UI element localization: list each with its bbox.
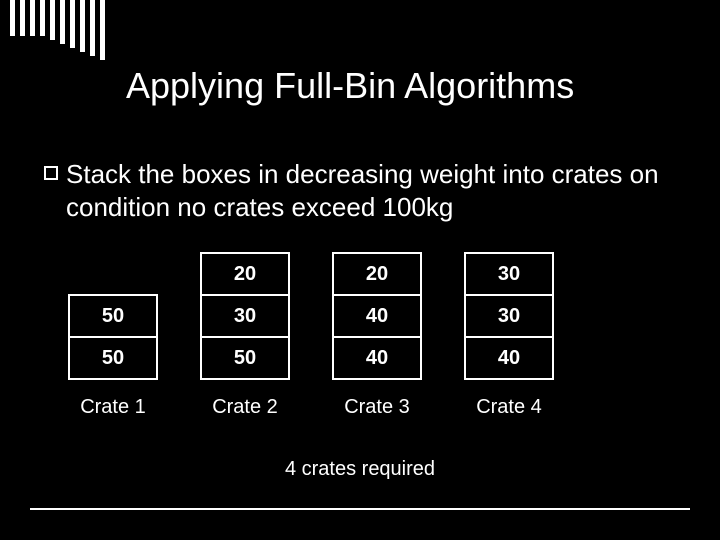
box-cell: 50 <box>200 336 290 380</box>
box-cell: 30 <box>200 294 290 338</box>
crate-stack: 203050 <box>200 252 290 380</box>
box-cell: 40 <box>332 336 422 380</box>
crate: 303040Crate 4 <box>464 252 554 419</box>
crate: 204040Crate 3 <box>332 252 422 419</box>
box-cell: 40 <box>464 336 554 380</box>
box-cell: 20 <box>200 252 290 296</box>
crate-label: Crate 4 <box>476 396 542 419</box>
box-cell: 30 <box>464 294 554 338</box>
crate-label: Crate 2 <box>212 396 278 419</box>
summary-text: 4 crates required <box>0 458 720 481</box>
crate-stack: 204040 <box>332 252 422 380</box>
box-cell: 50 <box>68 294 158 338</box>
bullet-text: Stack the boxes in decreasing weight int… <box>66 158 680 223</box>
crate-label: Crate 1 <box>80 396 146 419</box>
slide-title: Applying Full-Bin Algorithms <box>126 66 690 106</box>
box-cell: 50 <box>68 336 158 380</box>
crate: 5050 Crate 1 <box>68 252 158 419</box>
box-cell: 40 <box>332 294 422 338</box>
bullet-square-icon <box>44 166 58 180</box>
bullet-item: Stack the boxes in decreasing weight int… <box>44 158 680 223</box>
crates-diagram: 5050Crate 1203050Crate 2204040Crate 3303… <box>68 252 554 419</box>
crate-stack: 303040 <box>464 252 554 380</box>
box-cell: 20 <box>332 252 422 296</box>
crate-label: Crate 3 <box>344 396 410 419</box>
crate: 203050 Crate 2 <box>200 252 290 419</box>
crate-stack: 5050 <box>68 294 158 380</box>
footer-divider <box>30 508 690 510</box>
decorative-comb-graphic <box>10 0 110 60</box>
box-cell: 30 <box>464 252 554 296</box>
